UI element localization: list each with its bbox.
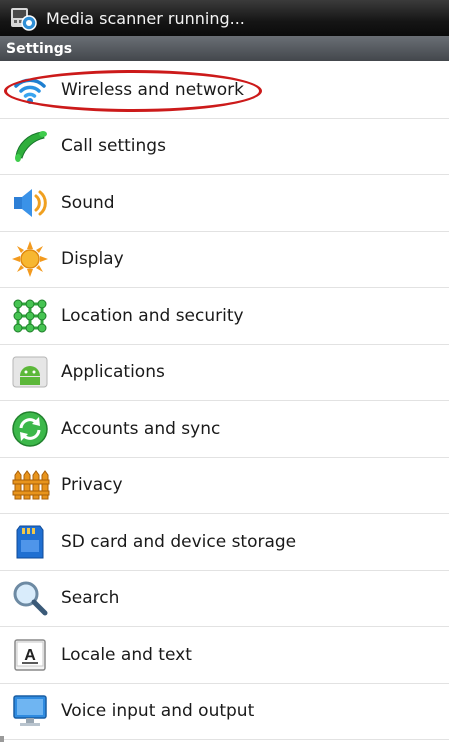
magnifier-icon bbox=[10, 578, 50, 618]
settings-item-accounts-and-sync[interactable]: Accounts and sync bbox=[0, 401, 449, 458]
keyboard-key-icon: A bbox=[10, 635, 50, 675]
settings-item-label: Search bbox=[61, 588, 120, 609]
settings-item-label: Applications bbox=[61, 362, 165, 383]
settings-item-sd-card-and-device-storage[interactable]: SD card and device storage bbox=[0, 514, 449, 571]
settings-item-label: Sound bbox=[61, 192, 115, 213]
fence-icon bbox=[10, 465, 50, 505]
settings-item-location-and-security[interactable]: Location and security bbox=[0, 288, 449, 345]
settings-item-locale-and-text[interactable]: A Locale and text bbox=[0, 627, 449, 684]
monitor-icon bbox=[10, 691, 50, 731]
settings-item-label: Privacy bbox=[61, 475, 123, 496]
settings-item-applications[interactable]: Applications bbox=[0, 345, 449, 401]
phone-icon bbox=[10, 126, 50, 166]
location-grid-icon bbox=[10, 296, 50, 336]
settings-item-label: Accounts and sync bbox=[61, 418, 221, 439]
settings-item-sound[interactable]: Sound bbox=[0, 175, 449, 232]
wifi-icon bbox=[10, 70, 50, 110]
page-title: Settings bbox=[0, 36, 449, 61]
sd-card-icon bbox=[10, 522, 50, 562]
settings-item-wireless-and-network[interactable]: Wireless and network bbox=[0, 62, 449, 119]
settings-item-label: Location and security bbox=[61, 305, 244, 326]
status-bar[interactable]: Media scanner running... bbox=[0, 0, 449, 36]
sync-icon bbox=[10, 409, 50, 449]
settings-item-privacy[interactable]: Privacy bbox=[0, 458, 449, 514]
media-scanner-icon bbox=[8, 3, 38, 33]
corner-mark bbox=[0, 736, 4, 742]
settings-item-voice-input-and-output[interactable]: Voice input and output bbox=[0, 684, 449, 740]
settings-item-label: Locale and text bbox=[61, 644, 192, 665]
settings-item-label: Wireless and network bbox=[61, 79, 244, 100]
settings-item-label: Voice input and output bbox=[61, 701, 255, 722]
settings-item-search[interactable]: Search bbox=[0, 571, 449, 627]
settings-item-label: Display bbox=[61, 249, 124, 270]
sun-icon bbox=[10, 239, 50, 279]
settings-item-call-settings[interactable]: Call settings bbox=[0, 119, 449, 175]
notification-text: Media scanner running... bbox=[46, 8, 245, 28]
settings-item-label: SD card and device storage bbox=[61, 531, 297, 552]
speaker-icon bbox=[10, 183, 50, 223]
android-icon bbox=[10, 352, 50, 392]
svg-text:A: A bbox=[24, 647, 36, 664]
settings-item-display[interactable]: Display bbox=[0, 232, 449, 288]
settings-item-label: Call settings bbox=[61, 136, 166, 157]
settings-list: Wireless and network Call settings Sound bbox=[0, 62, 449, 740]
